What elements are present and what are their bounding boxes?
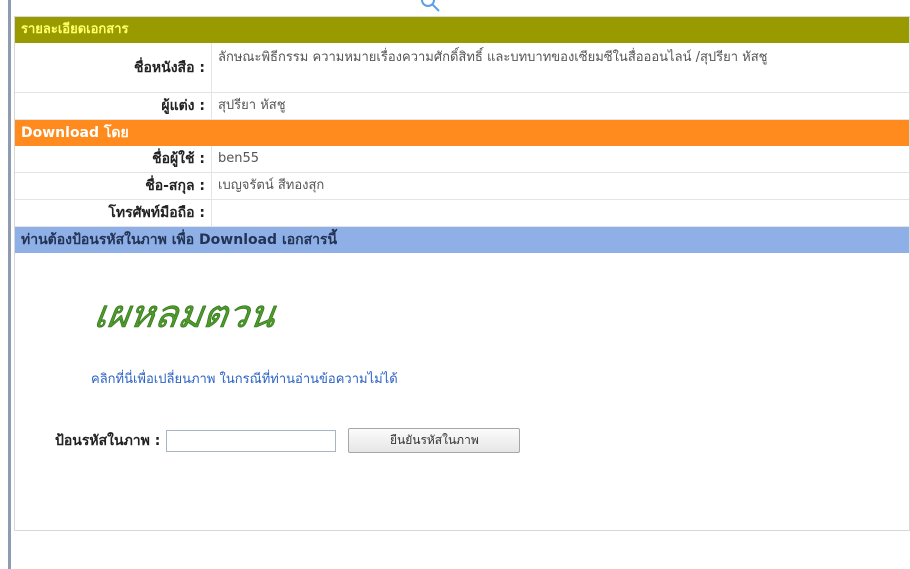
confirm-captcha-button[interactable]: ยืนยันรหัสในภาพ xyxy=(348,428,521,453)
phone-value xyxy=(212,200,909,226)
captcha-code-row: ป้อนรหัสในภาพ : ยืนยันรหัสในภาพ xyxy=(55,428,521,453)
captcha-instruction-header: ท่านต้องป้อนรหัสในภาพ เพื่อ Download เอก… xyxy=(15,227,909,253)
download-panel: รายละเอียดเอกสาร ชื่อหนังสือ : ลักษณะพิธ… xyxy=(14,16,910,531)
captcha-code-input[interactable] xyxy=(166,429,337,452)
phone-row: โทรศัพท์มือถือ : xyxy=(15,200,909,227)
username-label: ชื่อผู้ใช้ : xyxy=(15,146,212,172)
captcha-text: เผหลมตวน xyxy=(95,293,279,337)
document-details-header: รายละเอียดเอกสาร xyxy=(15,17,909,43)
captcha-code-label: ป้อนรหัสในภาพ : xyxy=(55,432,161,449)
username-value: ben55 xyxy=(218,151,260,166)
book-title-row: ชื่อหนังสือ : ลักษณะพิธีกรรม ความหมายเรื… xyxy=(15,43,909,93)
left-border-rule xyxy=(8,0,11,569)
username-row: ชื่อผู้ใช้ : ben55 xyxy=(15,146,909,173)
fullname-label: ชื่อ-สกุล : xyxy=(15,173,212,199)
phone-label: โทรศัพท์มือถือ : xyxy=(15,200,212,226)
captcha-image: เผหลมตวน xyxy=(95,293,279,337)
book-title-label: ชื่อหนังสือ : xyxy=(15,43,212,92)
search-icon xyxy=(421,0,440,12)
book-title-value: ลักษณะพิธีกรรม ความหมายเรื่องความศักดิ์ส… xyxy=(218,50,768,65)
fullname-row: ชื่อ-สกุล : เบญจรัตน์ สีทองสุก xyxy=(15,173,909,200)
download-by-header: Download โดย xyxy=(15,120,909,146)
fullname-value: เบญจรัตน์ สีทองสุก xyxy=(218,178,325,193)
captcha-area: เผหลมตวน คลิกที่นี่เพื่อเปลี่ยนภาพ ในกรณ… xyxy=(15,253,909,530)
change-captcha-link[interactable]: คลิกที่นี่เพื่อเปลี่ยนภาพ ในกรณีที่ท่านอ… xyxy=(91,368,398,389)
author-label: ผู้แต่ง : xyxy=(15,93,212,119)
author-value: สุปรียา หัสชู xyxy=(218,98,286,113)
author-row: ผู้แต่ง : สุปรียา หัสชู xyxy=(15,93,909,120)
